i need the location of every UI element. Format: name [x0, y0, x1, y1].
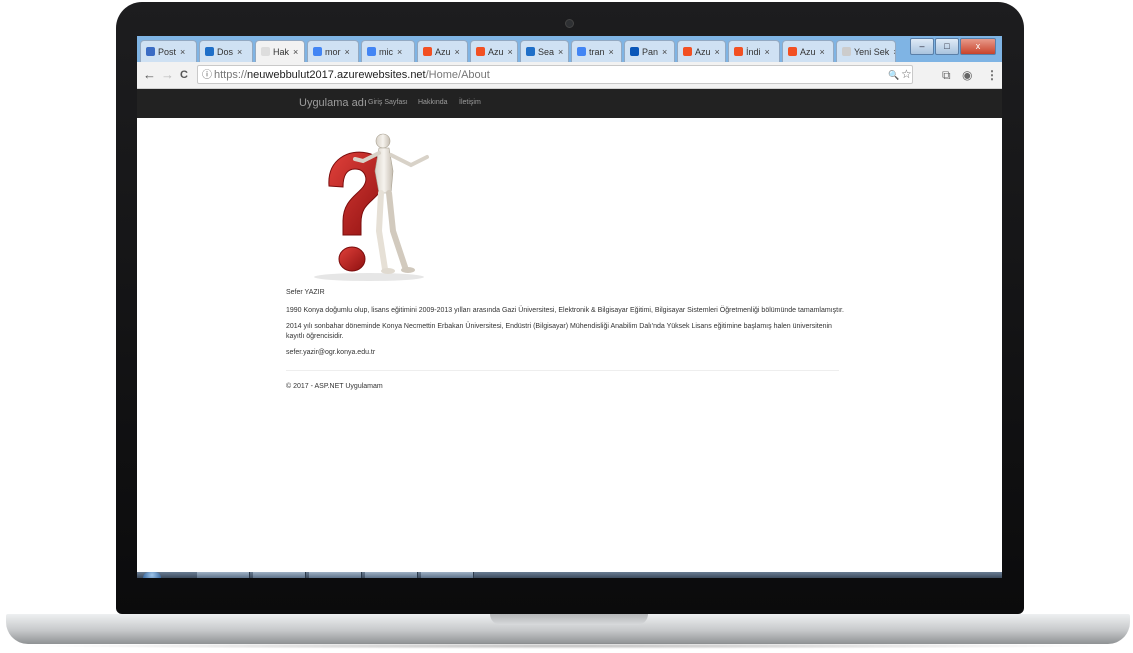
tab-close-icon[interactable]: ×	[765, 47, 770, 57]
extension-icon[interactable]: ⧉	[942, 67, 951, 83]
tab-close-icon[interactable]: ×	[345, 47, 350, 57]
tab-4[interactable]: mor ×	[307, 40, 359, 62]
start-button[interactable]	[143, 572, 161, 578]
tab-favicon-icon	[630, 47, 639, 56]
tab-favicon-icon	[205, 47, 214, 56]
tab-close-icon[interactable]: ×	[455, 47, 460, 57]
tab-label: Dos	[217, 47, 234, 57]
tab-close-icon[interactable]: ×	[558, 47, 563, 57]
tab-close-icon[interactable]: ×	[508, 47, 513, 57]
tab-5[interactable]: mic ×	[361, 40, 415, 62]
tab-close-icon[interactable]: ×	[237, 47, 242, 57]
nav-about[interactable]: Hakkında	[418, 99, 448, 106]
tab-favicon-icon	[146, 47, 155, 56]
tab-8[interactable]: Sea ×	[520, 40, 569, 62]
bookmark-star-icon[interactable]: ☆	[901, 66, 912, 82]
maximize-button[interactable]: □	[935, 38, 959, 55]
tab-label: İndi	[746, 47, 761, 57]
question-mark-mannequin-image	[314, 133, 429, 281]
tab-12[interactable]: İndi ×	[728, 40, 780, 62]
tab-close-icon[interactable]: ×	[293, 47, 298, 57]
tab-11[interactable]: Azu ×	[677, 40, 726, 62]
tab-close-icon[interactable]: ×	[893, 47, 895, 57]
person-name: Sefer YAZIR	[286, 289, 325, 296]
tab-label: Azu	[695, 47, 711, 57]
laptop-notch	[490, 614, 648, 625]
tab-strip: Post × Dos × Hak × mor × mic × Azu × Azu × Sea × tran × Pa…	[137, 36, 1002, 63]
info-icon[interactable]: ⓘ	[202, 66, 212, 85]
footer-text: © 2017 - ASP.NET Uygulamam	[286, 383, 383, 390]
tab-favicon-icon	[683, 47, 692, 56]
tab-9[interactable]: tran ×	[571, 40, 622, 62]
tab-label: Pan	[642, 47, 659, 57]
tab-favicon-icon	[476, 47, 485, 56]
tab-favicon-icon	[367, 47, 376, 56]
tab-favicon-icon	[577, 47, 586, 56]
webcam	[565, 19, 574, 28]
tab-2[interactable]: Dos ×	[199, 40, 253, 62]
extension-2-icon[interactable]: ◉	[962, 67, 972, 83]
url-host: neuwebbulut2017.azurewebsites.net	[247, 69, 426, 81]
menu-icon[interactable]: ⋮	[986, 67, 998, 83]
tab-7[interactable]: Azu ×	[470, 40, 518, 62]
nav-home[interactable]: Giriş Sayfası	[368, 99, 408, 106]
tab-label: mor	[325, 47, 341, 57]
site-navbar: Uygulama adı Giriş Sayfası Hakkında İlet…	[137, 89, 1002, 118]
tab-close-icon[interactable]: ×	[397, 47, 402, 57]
laptop-shadow	[20, 643, 1116, 649]
tab-label: Hak	[273, 47, 290, 57]
taskbar-item[interactable]	[421, 572, 474, 578]
minimize-button[interactable]: –	[910, 38, 934, 55]
tab-label: Sea	[538, 47, 555, 57]
back-button[interactable]: ←	[143, 67, 156, 83]
tab-favicon-icon	[526, 47, 535, 56]
tab-label: Yeni Sek	[854, 47, 890, 57]
url-scheme: https://	[214, 69, 248, 81]
tab-favicon-icon	[423, 47, 432, 56]
nav-contact[interactable]: İletişim	[459, 99, 481, 106]
taskbar-item[interactable]	[309, 572, 362, 578]
tab-close-icon[interactable]: ×	[609, 47, 614, 57]
taskbar-item[interactable]	[365, 572, 418, 578]
forward-button[interactable]: →	[161, 67, 174, 83]
tab-close-icon[interactable]: ×	[662, 47, 667, 57]
tab-10[interactable]: Pan ×	[624, 40, 675, 62]
tab-favicon-icon	[734, 47, 743, 56]
taskbar-item[interactable]	[253, 572, 306, 578]
tab-14[interactable]: Yeni Sek×	[836, 40, 896, 62]
tab-favicon-icon	[313, 47, 322, 56]
tab-label: tran	[589, 47, 605, 57]
url-text: https://neuwebbulut2017.azurewebsites.ne…	[214, 66, 490, 85]
bio-paragraph-1: 1990 Konya doğumlu olup, lisans eğitimin…	[286, 307, 844, 314]
tab-close-icon[interactable]: ×	[820, 47, 825, 57]
address-bar[interactable]: ⓘ https://neuwebbulut2017.azurewebsites.…	[197, 65, 913, 84]
reload-button[interactable]: C	[180, 67, 188, 83]
close-window-button[interactable]: x	[960, 38, 996, 55]
window-controls: – □ x	[909, 38, 996, 55]
browser-toolbar: ← → C ⓘ https://neuwebbulut2017.azureweb…	[137, 62, 1002, 89]
tab-label: Post	[158, 47, 177, 57]
taskbar	[137, 572, 1002, 578]
tab-label: Azu	[800, 47, 816, 57]
tab-label: mic	[379, 47, 393, 57]
tab-favicon-icon	[842, 47, 851, 56]
tab-label: Azu	[435, 47, 451, 57]
site-brand[interactable]: Uygulama adı	[299, 97, 367, 109]
tab-favicon-icon	[261, 47, 270, 56]
tab-6[interactable]: Azu ×	[417, 40, 468, 62]
bio-paragraph-2: 2014 yılı sonbahar döneminde Konya Necme…	[286, 323, 832, 340]
email-text: sefer.yazir@ogr.konya.edu.tr	[286, 349, 376, 356]
tab-close-icon[interactable]: ×	[180, 47, 185, 57]
url-path: /Home/About	[425, 69, 490, 81]
tab-close-icon[interactable]: ×	[715, 47, 720, 57]
tab-13[interactable]: Azu ×	[782, 40, 834, 62]
tab-favicon-icon	[788, 47, 797, 56]
tab-1[interactable]: Post ×	[140, 40, 197, 62]
tab-3[interactable]: Hak ×	[255, 40, 305, 63]
zoom-icon[interactable]: 🔍	[888, 67, 899, 83]
tab-label: Azu	[488, 47, 504, 57]
taskbar-item[interactable]	[197, 572, 250, 578]
screen: Post × Dos × Hak × mor × mic × Azu × Azu × Sea × tran × Pa…	[137, 36, 1002, 578]
footer-divider	[286, 370, 839, 371]
